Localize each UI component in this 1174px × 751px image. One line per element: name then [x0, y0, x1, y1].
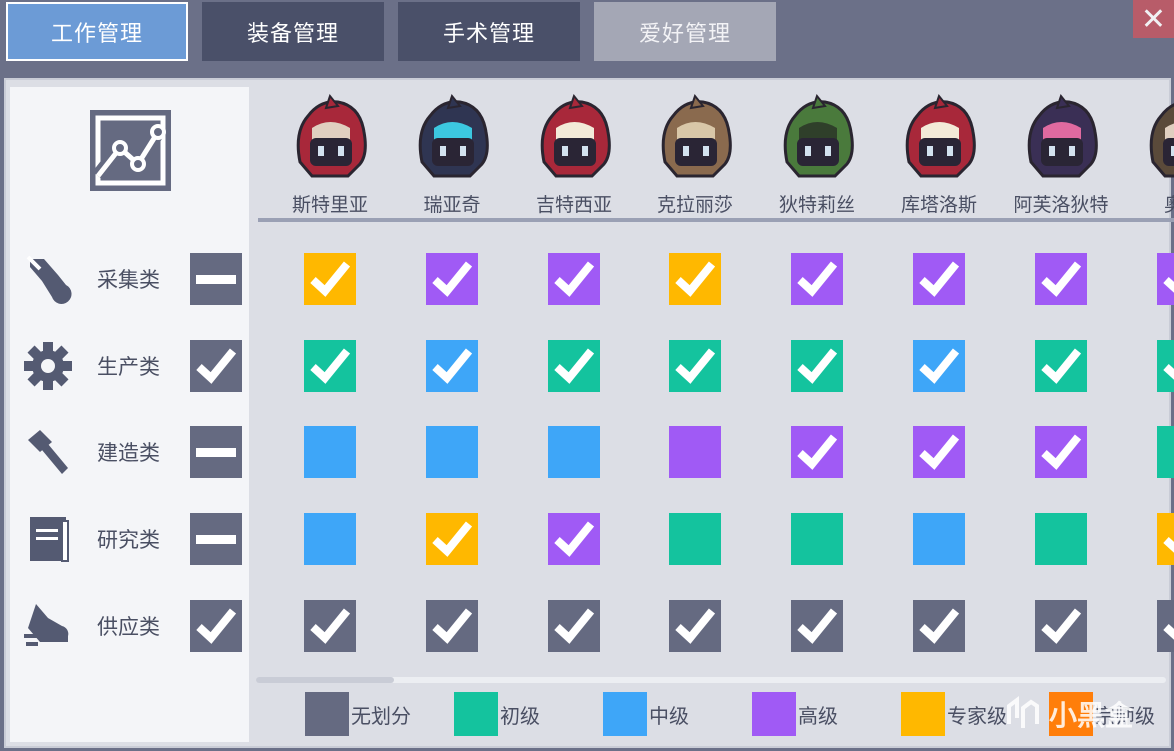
character-avatar[interactable] [1143, 92, 1174, 180]
work-priority-cell[interactable] [304, 340, 356, 392]
category-toggle-checkbox[interactable] [190, 426, 242, 478]
gather-icon [22, 253, 74, 305]
character-avatar[interactable] [290, 92, 370, 180]
work-priority-cell[interactable] [669, 253, 721, 305]
work-priority-cell[interactable] [426, 513, 478, 565]
category-label: 供应类 [97, 615, 160, 639]
legend-label: 高级 [798, 703, 838, 728]
legend-swatch [901, 692, 945, 736]
legend-label: 初级 [500, 703, 540, 728]
work-priority-cell[interactable] [913, 340, 965, 392]
work-priority-cell[interactable] [791, 426, 843, 478]
watermark-text: 小黑盒 [1049, 699, 1134, 732]
tab-bar: 工作管理 装备管理 手术管理 爱好管理 ✕ [0, 0, 1174, 70]
hammer-icon [22, 426, 74, 478]
character-name: 库塔洛斯 [900, 194, 977, 216]
character-grid: 斯特里亚 瑞亚奇 吉特西亚 克拉丽莎 狄特莉丝 库塔洛斯 阿芙洛狄特 奥 [258, 88, 1174, 668]
work-priority-cell[interactable] [669, 340, 721, 392]
work-priority-cell[interactable] [304, 513, 356, 565]
work-priority-cell[interactable] [669, 513, 721, 565]
work-priority-cell[interactable] [791, 253, 843, 305]
work-priority-cell[interactable] [1157, 426, 1174, 478]
category-label: 采集类 [97, 268, 160, 292]
category-toggle-checkbox[interactable] [190, 600, 242, 652]
scrollbar-thumb[interactable] [256, 677, 394, 683]
category-label: 生产类 [97, 355, 160, 379]
work-priority-cell[interactable] [913, 600, 965, 652]
work-priority-cell[interactable] [426, 426, 478, 478]
tab-work-management[interactable]: 工作管理 [6, 2, 188, 61]
tab-hobby-management[interactable]: 爱好管理 [594, 2, 776, 61]
legend-swatch [603, 692, 647, 736]
work-priority-cell[interactable] [913, 253, 965, 305]
work-priority-cell[interactable] [426, 600, 478, 652]
category-label: 研究类 [97, 528, 160, 552]
character-avatar[interactable] [899, 92, 979, 180]
work-priority-cell[interactable] [913, 426, 965, 478]
minus-icon [196, 534, 236, 544]
character-name: 斯特里亚 [291, 194, 368, 216]
work-priority-cell[interactable] [1157, 600, 1174, 652]
work-priority-cell[interactable] [548, 340, 600, 392]
character-avatar[interactable] [412, 92, 492, 180]
minus-icon [196, 447, 236, 457]
minus-icon [196, 274, 236, 284]
work-priority-cell[interactable] [426, 253, 478, 305]
work-priority-cell[interactable] [304, 426, 356, 478]
work-priority-cell[interactable] [548, 513, 600, 565]
priority-chart-icon[interactable] [90, 110, 171, 191]
category-toggle-checkbox[interactable] [190, 340, 242, 392]
work-priority-cell[interactable] [669, 600, 721, 652]
heybox-logo-icon [1007, 696, 1039, 728]
legend-swatch [752, 692, 796, 736]
category-label: 建造类 [97, 441, 160, 465]
work-priority-cell[interactable] [1157, 340, 1174, 392]
character-avatar[interactable] [777, 92, 857, 180]
legend-label: 专家级 [947, 703, 1007, 728]
legend-label: 无划分 [351, 703, 411, 728]
work-priority-cell[interactable] [426, 340, 478, 392]
work-priority-cell[interactable] [1157, 513, 1174, 565]
work-priority-cell[interactable] [791, 340, 843, 392]
work-priority-cell[interactable] [1035, 426, 1087, 478]
work-priority-cell[interactable] [1035, 253, 1087, 305]
work-priority-cell[interactable] [548, 600, 600, 652]
header-divider [258, 218, 1174, 222]
shoe-icon [22, 600, 74, 652]
work-priority-cell[interactable] [1035, 600, 1087, 652]
work-priority-cell[interactable] [1035, 513, 1087, 565]
category-toggle-checkbox[interactable] [190, 513, 242, 565]
work-priority-cell[interactable] [548, 426, 600, 478]
character-name: 狄特莉丝 [778, 194, 855, 216]
work-priority-cell[interactable] [1035, 340, 1087, 392]
character-name: 克拉丽莎 [656, 194, 733, 216]
close-button[interactable]: ✕ [1133, 0, 1174, 38]
character-name: 奥莉 [1163, 194, 1174, 216]
work-priority-cell[interactable] [791, 513, 843, 565]
work-priority-cell[interactable] [913, 513, 965, 565]
character-name: 瑞亚奇 [423, 194, 481, 216]
category-toggle-checkbox[interactable] [190, 253, 242, 305]
character-avatar[interactable] [655, 92, 735, 180]
character-name: 阿芙洛狄特 [1013, 194, 1109, 216]
tab-surgery-management[interactable]: 手术管理 [398, 2, 580, 61]
work-priority-cell[interactable] [304, 253, 356, 305]
character-name: 吉特西亚 [535, 194, 612, 216]
work-priority-cell[interactable] [548, 253, 600, 305]
legend-swatch [454, 692, 498, 736]
character-avatar[interactable] [1021, 92, 1101, 180]
book-icon [22, 513, 74, 565]
character-avatar[interactable] [534, 92, 614, 180]
legend-swatch [305, 692, 349, 736]
work-priority-cell[interactable] [669, 426, 721, 478]
close-icon: ✕ [1140, 1, 1167, 37]
watermark: 小黑盒 [1003, 688, 1133, 740]
tab-equipment-management[interactable]: 装备管理 [202, 2, 384, 61]
gear-icon [22, 340, 74, 392]
work-priority-cell[interactable] [1157, 253, 1174, 305]
work-priority-cell[interactable] [791, 600, 843, 652]
legend-label: 中级 [649, 703, 689, 728]
work-priority-cell[interactable] [304, 600, 356, 652]
